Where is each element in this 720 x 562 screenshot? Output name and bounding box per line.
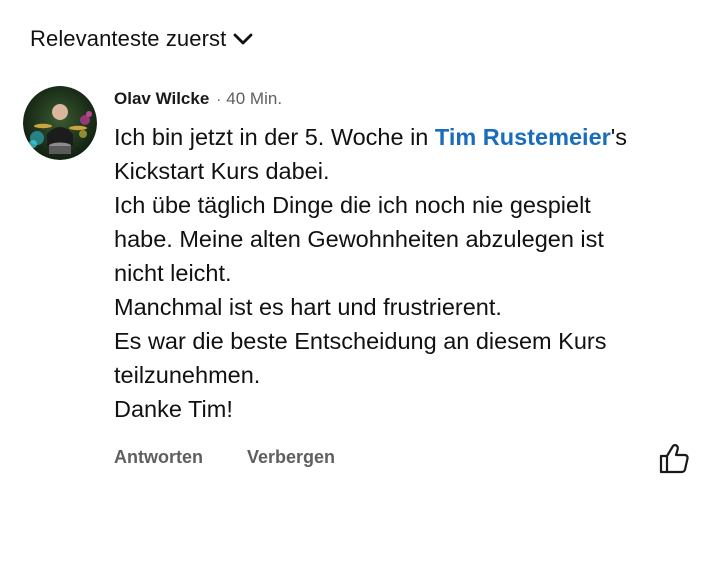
chevron-down-icon — [232, 28, 254, 50]
comment-timestamp: 40 Min. — [226, 89, 283, 108]
comment-line: Manchmal ist es hart und frustrierent. — [114, 294, 502, 320]
comment-line: Es war die beste Entscheidung an diesem … — [114, 328, 607, 354]
sort-label: Relevanteste zuerst — [30, 26, 227, 51]
comment-text-segment: Ich bin jetzt in der 5. Woche in — [114, 124, 435, 150]
comment-line: Danke Tim! — [114, 396, 233, 422]
mention-link[interactable]: Tim Rustemeier — [435, 124, 611, 150]
comment-text-segment: 's — [610, 124, 628, 150]
reply-button[interactable]: Antworten — [114, 447, 203, 468]
avatar[interactable] — [23, 86, 97, 160]
header-separator: · — [216, 91, 222, 108]
comment-line: teilzunehmen. — [114, 362, 261, 388]
hide-button[interactable]: Verbergen — [247, 447, 335, 468]
comment-line: habe. Meine alten Gewohnheiten abzulegen… — [114, 226, 604, 252]
sort-dropdown[interactable]: Relevanteste zuerst — [30, 26, 254, 52]
comment-line: Kickstart Kurs dabei. — [114, 158, 330, 184]
author-name[interactable]: Olav Wilcke — [114, 89, 209, 109]
comment-line: nicht leicht. — [114, 260, 232, 286]
thumbs-up-icon[interactable] — [657, 442, 691, 476]
comment-line: Ich bin jetzt in der 5. Woche in Tim Rus… — [114, 120, 704, 154]
comment-actions: Antworten Verbergen — [114, 447, 335, 468]
comment-header: Olav Wilcke · 40 Min. — [114, 89, 282, 109]
comment-text: Ich bin jetzt in der 5. Woche in Tim Rus… — [114, 120, 704, 426]
comment-line: Ich übe täglich Dinge die ich noch nie g… — [114, 192, 591, 218]
